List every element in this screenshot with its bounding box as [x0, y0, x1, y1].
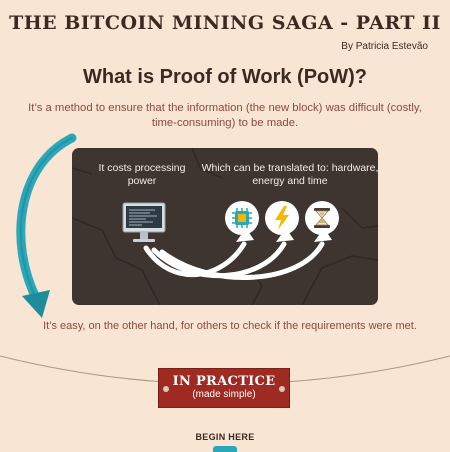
in-practice-title: IN PRACTICE: [172, 374, 276, 389]
begin-here-link[interactable]: BEGIN HERE: [0, 432, 450, 442]
in-practice-banner: IN PRACTICE (made simple): [158, 368, 290, 408]
rivet-icon: [163, 386, 169, 392]
rivet-icon: [279, 386, 285, 392]
begin-indicator: [213, 446, 237, 452]
in-practice-subtitle: (made simple): [192, 389, 256, 400]
